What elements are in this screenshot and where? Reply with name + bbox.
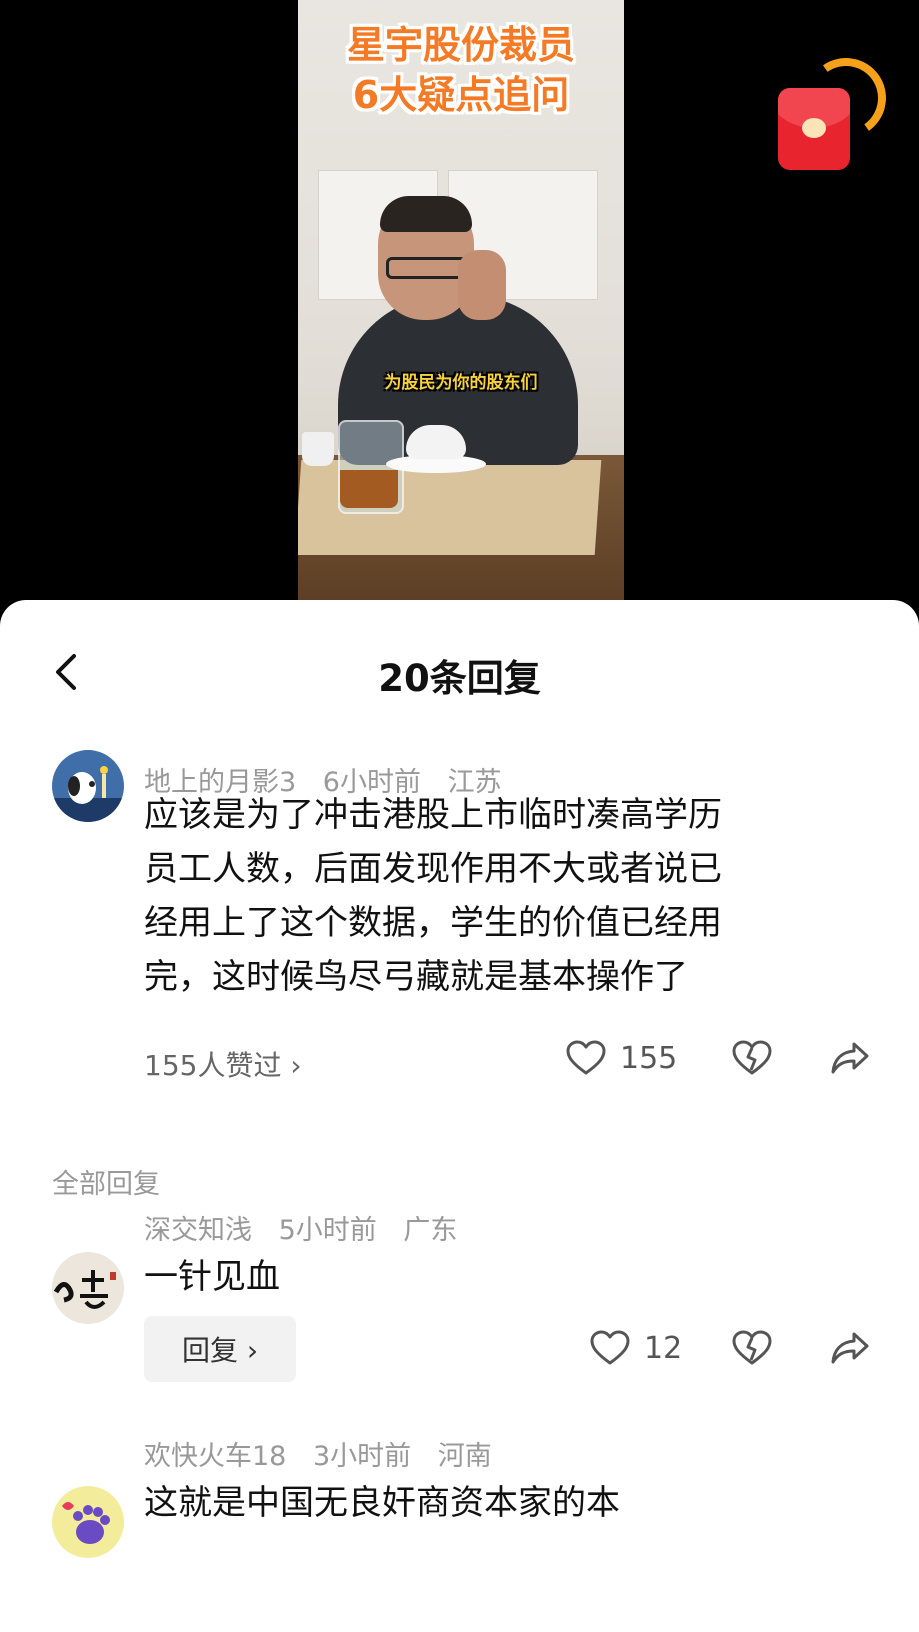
video-subtitle: 为股民为你的股东们 [384, 373, 538, 393]
avatar[interactable] [52, 750, 124, 822]
comment-text[interactable]: 应该是为了冲击港股上市临时凑高学历 员工人数，后面发现作用不大或者说已 经用上了… [144, 788, 722, 1004]
video-title-line: 6大疑点追问 [352, 73, 570, 117]
like-count: 12 [644, 1330, 683, 1366]
reply-text[interactable]: 这就是中国无良奸商资本家的本 [144, 1476, 620, 1530]
like-button[interactable]: 155 [566, 1040, 677, 1076]
gaiwan [406, 425, 466, 459]
username[interactable]: 深交知浅 [144, 1215, 252, 1246]
comment-line: 经用上了这个数据，学生的价值已经用 [144, 903, 722, 943]
red-packet-icon[interactable] [778, 88, 850, 170]
avatar[interactable] [52, 1252, 124, 1324]
like-button[interactable]: 12 [590, 1330, 682, 1366]
share-icon[interactable] [830, 1330, 870, 1366]
timestamp: 3小时前 [312, 1441, 412, 1472]
person-hair [380, 196, 472, 232]
username[interactable]: 欢快火车18 [144, 1441, 286, 1472]
paw-avatar-icon [62, 1502, 110, 1544]
glasses [386, 257, 468, 279]
like-count: 155 [620, 1040, 678, 1076]
comment-line: 应该是为了冲击港股上市临时凑高学历 [144, 795, 722, 835]
video-frame: 星宇股份裁员 6大疑点追问 为股民为你的股东们 [298, 0, 624, 610]
video-player[interactable]: 星宇股份裁员 6大疑点追问 为股民为你的股东们 [0, 0, 919, 610]
hand [458, 250, 506, 320]
location: 河南 [437, 1441, 492, 1472]
reply-meta: 深交知浅 5小时前 广东 [144, 1208, 475, 1247]
video-title-line: 星宇股份裁员 [346, 23, 575, 67]
location: 广东 [403, 1215, 458, 1246]
reply-button[interactable]: 回复 › [144, 1316, 296, 1382]
snoopy-avatar-icon [52, 766, 124, 822]
calligraphy-avatar-icon [53, 1270, 116, 1309]
tea [340, 470, 398, 508]
red-packet-coin [802, 118, 826, 138]
tea-cup [302, 432, 334, 466]
comment-line: 完，这时候鸟尽弓藏就是基本操作了 [144, 957, 688, 997]
comment-line: 员工人数，后面发现作用不大或者说已 [144, 849, 722, 889]
reply-sheet: 20条回复 地上的月影3 6小时前 江苏 应该是为了冲击港股上市临时凑高学历 员… [0, 600, 919, 1632]
avatar[interactable] [52, 1486, 124, 1558]
likers-link[interactable]: 155人赞过 › [144, 1044, 302, 1084]
share-icon[interactable] [830, 1040, 870, 1076]
sheet-title: 20条回复 [378, 657, 541, 700]
video-title: 星宇股份裁员 6大疑点追问 [298, 20, 624, 120]
heart-icon [590, 1330, 630, 1365]
broken-heart-icon[interactable] [732, 1330, 772, 1366]
heart-icon [566, 1040, 606, 1075]
reply-text[interactable]: 一针见血 [144, 1250, 280, 1304]
timestamp: 5小时前 [278, 1215, 377, 1246]
broken-heart-icon[interactable] [732, 1040, 772, 1076]
reply-meta: 欢快火车18 3小时前 河南 [144, 1434, 510, 1473]
all-replies-label: 全部回复 [52, 1169, 160, 1200]
